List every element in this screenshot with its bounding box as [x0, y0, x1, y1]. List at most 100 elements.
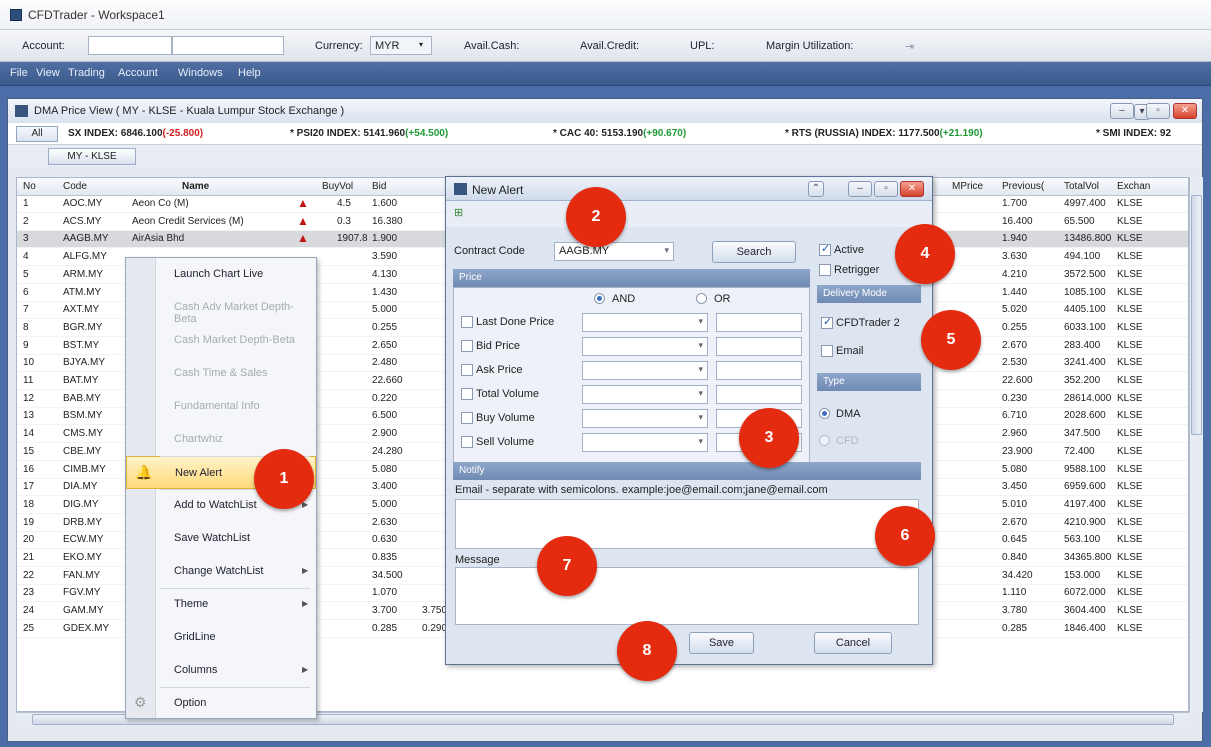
- menu-item-theme[interactable]: Theme ▶: [126, 588, 316, 621]
- cell-ex: KLSE: [1117, 286, 1143, 298]
- email-checkbox[interactable]: [821, 345, 833, 357]
- search-button[interactable]: Search: [712, 241, 796, 263]
- menu-item-label: Fundamental Info: [174, 400, 260, 412]
- col-buyvol[interactable]: BuyVol: [322, 181, 353, 192]
- cell-ex: KLSE: [1117, 198, 1143, 209]
- chevron-right-icon: ▶: [302, 599, 309, 608]
- cell-ex: KLSE: [1117, 605, 1143, 617]
- menu-item-gridline[interactable]: GridLine: [126, 621, 316, 654]
- add-icon[interactable]: ⊞: [454, 206, 463, 219]
- close-button[interactable]: ✕: [900, 181, 924, 197]
- scroll-thumb[interactable]: [1191, 195, 1202, 435]
- tab-my-klse[interactable]: MY - KLSE: [48, 148, 136, 165]
- col-totalvol[interactable]: TotalVol: [1064, 181, 1099, 192]
- condition-value-input[interactable]: [716, 385, 802, 404]
- menu-item-option[interactable]: Option ⚙: [126, 687, 316, 720]
- cell-bid: 34.500: [372, 569, 403, 581]
- maximize-button[interactable]: ▫: [874, 181, 898, 197]
- condition-checkbox[interactable]: [461, 412, 473, 424]
- cfdtrader-checkbox[interactable]: [821, 315, 833, 329]
- account-name-field[interactable]: [172, 36, 284, 55]
- menu-trading[interactable]: Trading: [68, 67, 105, 79]
- cancel-button[interactable]: Cancel: [814, 632, 892, 654]
- condition-checkbox[interactable]: [461, 316, 473, 328]
- cell-ex: KLSE: [1117, 392, 1143, 404]
- condition-operator-select[interactable]: [582, 337, 708, 356]
- minimize-button[interactable]: –: [848, 181, 872, 197]
- cell-code: FGV.MY: [63, 587, 101, 599]
- maximize-button[interactable]: ▫: [1146, 103, 1170, 119]
- message-label: Message: [455, 554, 500, 566]
- annotation-marker: 7: [537, 536, 597, 596]
- menu-account[interactable]: Account: [118, 67, 158, 79]
- condition-operator-select[interactable]: [582, 409, 708, 428]
- close-button[interactable]: ✕: [1173, 103, 1197, 119]
- cell-no: 11: [23, 375, 34, 386]
- menu-item-columns[interactable]: Columns ▶: [126, 654, 316, 687]
- cell-code: BJYA.MY: [63, 357, 106, 369]
- type-header: Type: [817, 373, 921, 391]
- col-name[interactable]: Name: [182, 181, 209, 192]
- menu-item-change-watchlist[interactable]: Change WatchList ▶: [126, 555, 316, 588]
- condition-operator-select[interactable]: [582, 313, 708, 332]
- currency-select[interactable]: MYR ▾: [370, 36, 432, 55]
- cell-bid: 22.660: [372, 375, 403, 386]
- cell-prev: 0.645: [1002, 534, 1028, 546]
- menu-file[interactable]: File: [10, 67, 28, 79]
- contract-code-select[interactable]: AAGB.MY: [554, 242, 674, 261]
- menu-windows[interactable]: Windows: [178, 67, 223, 79]
- condition-checkbox[interactable]: [461, 436, 473, 448]
- condition-value-input[interactable]: [716, 313, 802, 332]
- menu-item-cash-time-sales[interactable]: Cash Time & Sales: [126, 357, 316, 390]
- menu-item-cash-market-depth-beta[interactable]: Cash Market Depth-Beta: [126, 324, 316, 357]
- cell-no: 25: [23, 622, 35, 634]
- retrigger-checkbox[interactable]: [819, 264, 831, 276]
- pin-icon[interactable]: ⇥: [905, 40, 914, 53]
- account-field[interactable]: [88, 36, 172, 55]
- condition-operator-select[interactable]: [582, 385, 708, 404]
- save-button[interactable]: Save: [689, 632, 754, 654]
- menu-view[interactable]: View: [36, 67, 60, 79]
- condition-checkbox[interactable]: [461, 388, 473, 400]
- vertical-scrollbar[interactable]: [1189, 177, 1203, 712]
- menu-item-save-watchlist[interactable]: Save WatchList: [126, 522, 316, 555]
- ticker-change: (+90.670): [643, 128, 687, 139]
- cell-prev: 0.255: [1002, 321, 1028, 333]
- menu-item-launch-chart-live[interactable]: Launch Chart Live: [126, 258, 316, 291]
- cell-no: 4: [23, 251, 29, 263]
- or-radio[interactable]: [696, 293, 707, 304]
- cell-prev: 5.080: [1002, 463, 1028, 475]
- col-bid[interactable]: Bid: [372, 181, 386, 192]
- cell-prev: 5.020: [1002, 304, 1028, 316]
- cell-bid: 3.590: [372, 251, 398, 263]
- condition-operator-select[interactable]: [582, 361, 708, 380]
- col-exchange[interactable]: Exchan: [1117, 181, 1150, 192]
- cell-tvol: 563.100: [1064, 534, 1101, 546]
- condition-checkbox[interactable]: [461, 364, 473, 376]
- dma-radio[interactable]: [819, 408, 830, 419]
- tab-row: MY - KLSE: [8, 145, 1202, 167]
- email-textarea[interactable]: [455, 499, 919, 549]
- menu-help[interactable]: Help: [238, 67, 261, 79]
- cell-tvol: 72.400: [1064, 445, 1095, 457]
- minimize-button[interactable]: –: [1110, 103, 1134, 119]
- active-checkbox[interactable]: [819, 242, 831, 256]
- col-code[interactable]: Code: [63, 181, 87, 192]
- pin-icon[interactable]: ⌃: [808, 181, 824, 197]
- all-button[interactable]: All: [16, 126, 58, 142]
- menu-item-cash-adv-market-depth-beta[interactable]: Cash Adv Market Depth-Beta: [126, 291, 316, 325]
- condition-operator-select[interactable]: [582, 433, 708, 452]
- cfd-radio[interactable]: [819, 435, 830, 446]
- menu-item-fundamental-info[interactable]: Fundamental Info: [126, 390, 316, 423]
- and-radio[interactable]: [594, 293, 605, 304]
- chevron-down-icon: ▾: [419, 40, 424, 49]
- col-previous[interactable]: Previous(: [1002, 181, 1044, 192]
- condition-value-input[interactable]: [716, 337, 802, 356]
- message-textarea[interactable]: [455, 567, 919, 625]
- menu-item-label: Add to WatchList: [174, 499, 257, 511]
- col-no[interactable]: No: [23, 181, 36, 192]
- condition-checkbox[interactable]: [461, 340, 473, 352]
- col-mprice[interactable]: MPrice: [952, 181, 983, 192]
- condition-value-input[interactable]: [716, 361, 802, 380]
- cell-ex: KLSE: [1117, 481, 1143, 493]
